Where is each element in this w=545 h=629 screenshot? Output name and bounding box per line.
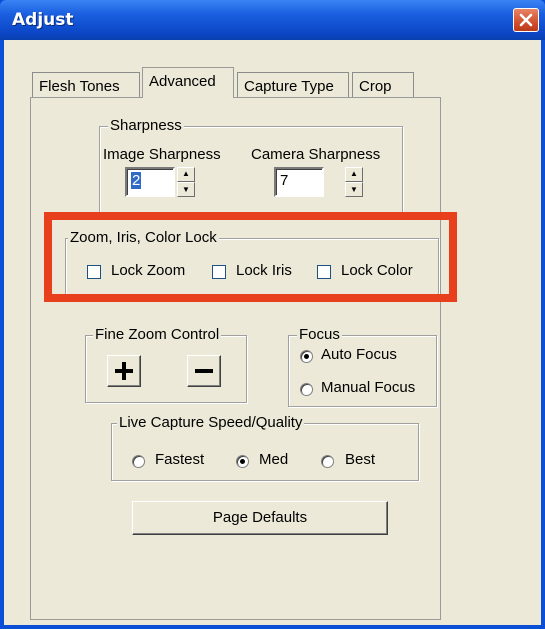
plus-icon — [115, 362, 133, 380]
image-sharpness-input[interactable]: 2 — [125, 167, 175, 197]
zoom-in-button[interactable] — [107, 355, 141, 387]
spin-down-icon: ▼ — [182, 185, 190, 194]
fine-zoom-group-label: Fine Zoom Control — [93, 326, 222, 343]
manual-focus-label: Manual Focus — [321, 379, 416, 396]
med-label: Med — [259, 451, 289, 468]
auto-focus-label: Auto Focus — [321, 346, 397, 363]
image-sharpness-label: Image Sharpness — [103, 146, 221, 163]
tab-label: Advanced — [149, 73, 216, 90]
dialog-body: Flesh Tones Advanced Capture Type Crop S… — [4, 40, 541, 625]
close-button[interactable] — [513, 8, 539, 32]
title-bar[interactable]: Adjust — [0, 0, 545, 40]
best-label: Best — [345, 451, 376, 468]
lock-highlight-box — [44, 212, 457, 302]
tab-label: Flesh Tones — [39, 78, 120, 95]
image-sharpness-up[interactable]: ▲ — [177, 167, 195, 182]
tab-capture-type[interactable]: Capture Type — [237, 72, 349, 98]
tab-advanced[interactable]: Advanced — [142, 67, 234, 98]
zoom-out-button[interactable] — [187, 355, 221, 387]
camera-sharpness-value: 7 — [280, 172, 289, 189]
close-icon — [519, 13, 533, 27]
camera-sharpness-up[interactable]: ▲ — [345, 167, 363, 182]
dialog-title: Adjust — [12, 10, 74, 30]
camera-sharpness-input[interactable]: 7 — [274, 167, 324, 197]
image-sharpness-down[interactable]: ▼ — [177, 182, 195, 197]
auto-focus-radio[interactable] — [300, 350, 313, 363]
spin-up-icon: ▲ — [182, 169, 190, 178]
minus-icon — [195, 369, 213, 373]
med-radio[interactable] — [236, 455, 249, 468]
tab-label: Crop — [359, 78, 392, 95]
spin-down-icon: ▼ — [350, 185, 358, 194]
camera-sharpness-down[interactable]: ▼ — [345, 182, 363, 197]
page-defaults-button[interactable]: Page Defaults — [132, 501, 388, 535]
tab-label: Capture Type — [244, 78, 334, 95]
tab-crop[interactable]: Crop — [352, 72, 414, 98]
fastest-radio[interactable] — [132, 455, 145, 468]
manual-focus-radio[interactable] — [300, 383, 313, 396]
best-radio[interactable] — [321, 455, 334, 468]
focus-group-label: Focus — [297, 326, 342, 343]
page-defaults-label: Page Defaults — [212, 509, 308, 526]
spin-up-icon: ▲ — [350, 169, 358, 178]
sharpness-group-label: Sharpness — [108, 117, 184, 134]
camera-sharpness-label: Camera Sharpness — [251, 146, 381, 163]
fastest-label: Fastest — [155, 451, 205, 468]
advanced-panel: Sharpness Image Sharpness Camera Sharpne… — [30, 97, 441, 620]
adjust-dialog: Adjust Flesh Tones Advanced Capture Type… — [0, 0, 545, 629]
capture-quality-group-label: Live Capture Speed/Quality — [117, 414, 305, 431]
image-sharpness-value: 2 — [131, 172, 142, 189]
tab-flesh-tones[interactable]: Flesh Tones — [32, 72, 140, 98]
